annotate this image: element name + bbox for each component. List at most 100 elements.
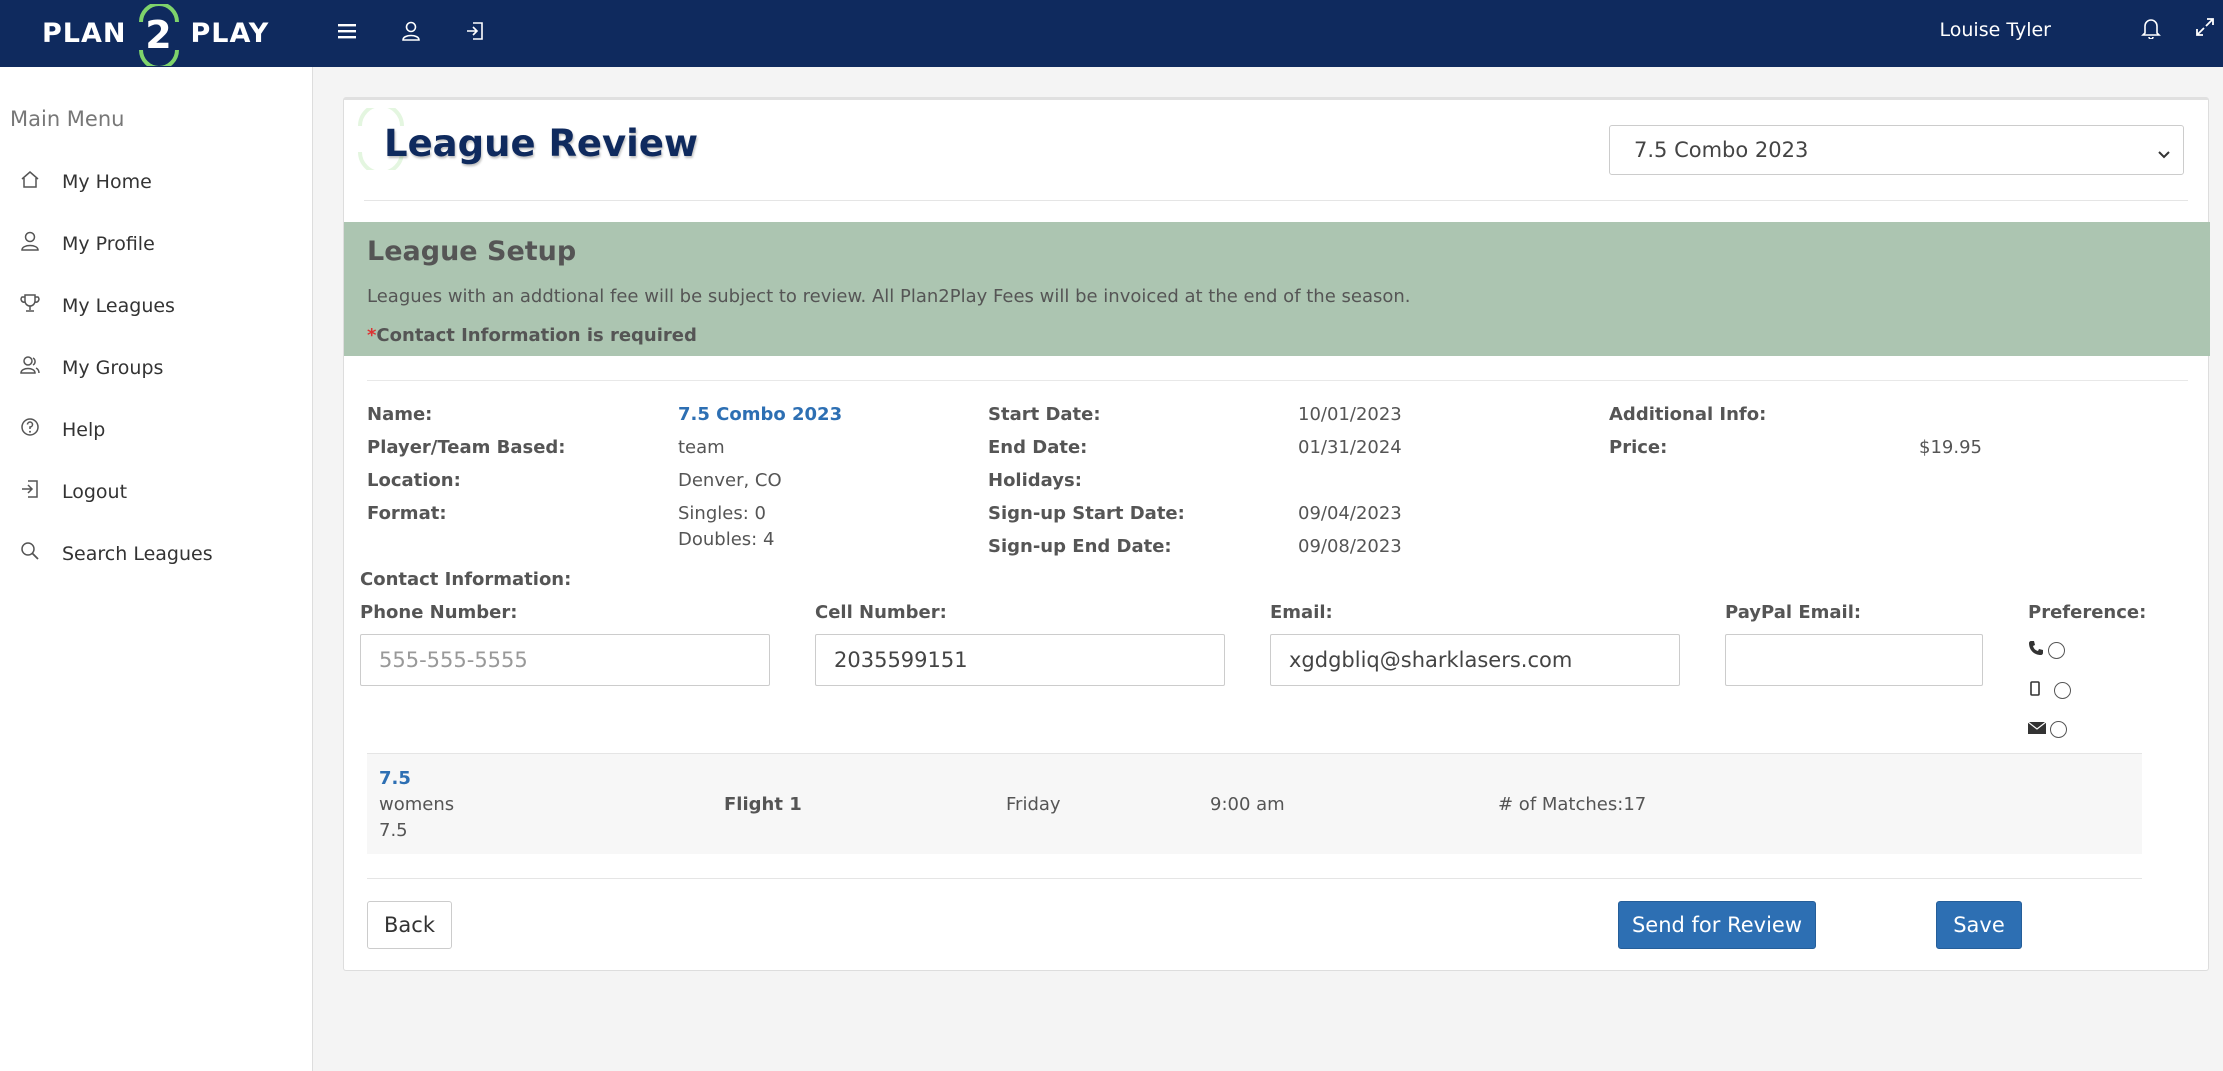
sidebar-item-my-groups[interactable]: My Groups [20,355,163,380]
sidebar-item-search-leagues[interactable]: Search Leagues [20,541,213,566]
setup-note: Leagues with an addtional fee will be su… [367,286,1411,307]
based-label: Player/Team Based: [367,437,566,458]
details-divider [367,380,2188,381]
preference-email [2027,720,2067,739]
phone-icon [2028,640,2044,660]
send-for-review-button[interactable]: Send for Review [1618,901,1816,949]
sidebar-item-label: My Groups [62,356,164,379]
flight-level-sub: 7.5 [379,820,408,841]
price-label: Price: [1609,437,1668,458]
setup-title: League Setup [367,236,577,267]
preference-phone-radio[interactable] [2048,641,2065,659]
email-label: Email: [1270,602,1333,623]
bell-icon[interactable] [2141,17,2161,43]
sidebar-item-help[interactable]: Help [20,417,105,442]
paypal-input[interactable] [1725,634,1983,686]
location-value: Denver, CO [678,470,782,491]
season-select-value: 7.5 Combo 2023 [1634,138,1809,162]
sidebar-item-my-leagues[interactable]: My Leagues [20,293,175,318]
end-date-label: End Date: [988,437,1088,458]
flight-row: 7.5 womens 7.5 Flight 1 Friday 9:00 am #… [367,753,2142,854]
envelope-icon [2027,720,2047,739]
contact-required-note: *Contact Information is required [367,325,697,346]
signup-start-label: Sign-up Start Date: [988,503,1185,524]
back-button[interactable]: Back [367,901,452,949]
save-button[interactable]: Save [1936,901,2022,949]
main-menu-heading: Main Menu [10,107,125,131]
expand-icon[interactable] [2195,17,2215,41]
plan2play-logo[interactable]: PLAN 2 PLAY [42,0,269,67]
signup-end-value: 09/08/2023 [1298,536,1402,557]
logo-two-mark: 2 [135,3,183,66]
flight-gender: womens [379,794,455,815]
start-date-value: 10/01/2023 [1298,404,1402,425]
holidays-label: Holidays: [988,470,1082,491]
sign-out-icon[interactable] [460,16,490,46]
required-text: Contact Information is required [376,325,697,346]
sidebar-item-label: Logout [62,480,128,503]
svg-text:2: 2 [145,13,172,57]
name-value[interactable]: 7.5 Combo 2023 [678,404,842,425]
name-label: Name: [367,404,433,425]
sidebar-item-label: My Profile [62,232,155,255]
phone-label: Phone Number: [360,602,518,623]
logo-text-right: PLAY [190,18,270,49]
additional-info-label: Additional Info: [1609,404,1767,425]
contact-heading: Contact Information: [360,569,572,590]
cell-label: Cell Number: [815,602,947,623]
email-input[interactable] [1270,634,1680,686]
phone-input[interactable] [360,634,770,686]
preference-phone [2028,640,2065,660]
price-value: $19.95 [1919,437,1982,458]
sidebar-item-my-home[interactable]: My Home [20,169,152,194]
preference-mobile [2028,680,2071,700]
season-select[interactable]: 7.5 Combo 2023 [1609,125,2184,175]
sidebar-item-label: Search Leagues [62,542,213,565]
flight-divider [367,878,2142,879]
start-date-label: Start Date: [988,404,1101,425]
flight-level[interactable]: 7.5 [379,768,411,789]
required-star: * [367,325,377,346]
sidebar-item-label: My Leagues [62,294,175,317]
preference-mobile-radio[interactable] [2054,681,2071,699]
signup-end-label: Sign-up End Date: [988,536,1172,557]
preference-label: Preference: [2028,602,2147,623]
menu-icon[interactable] [332,16,362,46]
cell-input[interactable] [815,634,1225,686]
signup-start-value: 09/04/2023 [1298,503,1402,524]
format-singles: Singles: 0 [678,503,766,524]
search-icon [20,541,40,566]
logout-icon [20,479,40,504]
flight-matches: # of Matches:17 [1498,794,1647,815]
sidebar-item-my-profile[interactable]: My Profile [20,231,155,256]
chevron-down-icon [2157,143,2171,167]
top-navbar: PLAN 2 PLAY Louise Tyler [0,0,2223,67]
sidebar-item-logout[interactable]: Logout [20,479,127,504]
paypal-label: PayPal Email: [1725,602,1862,623]
location-label: Location: [367,470,461,491]
flight-day: Friday [1006,794,1061,815]
help-icon [20,417,40,442]
flight-name: Flight 1 [724,794,802,815]
league-setup-banner: League Setup Leagues with an addtional f… [344,222,2210,356]
preference-email-radio[interactable] [2050,721,2067,738]
title-divider [364,200,2188,201]
user-name[interactable]: Louise Tyler [1940,19,2052,41]
sidebar: Main Menu My Home My Profile My Leagues … [0,67,313,1071]
end-date-value: 01/31/2024 [1298,437,1402,458]
format-doubles: Doubles: 4 [678,529,775,550]
sidebar-item-label: Help [62,418,106,441]
group-icon [20,355,40,380]
user-icon[interactable] [396,16,426,46]
home-icon [20,169,40,194]
trophy-icon [20,293,40,318]
flight-time: 9:00 am [1210,794,1285,815]
based-value: team [678,437,725,458]
logo-text-left: PLAN [42,18,127,49]
sidebar-item-label: My Home [62,170,152,193]
page-title: League Review [384,122,699,165]
mobile-icon [2028,680,2042,700]
format-label: Format: [367,503,447,524]
league-review-panel: League Review 7.5 Combo 2023 League Setu… [343,97,2210,971]
user-icon [20,231,40,256]
